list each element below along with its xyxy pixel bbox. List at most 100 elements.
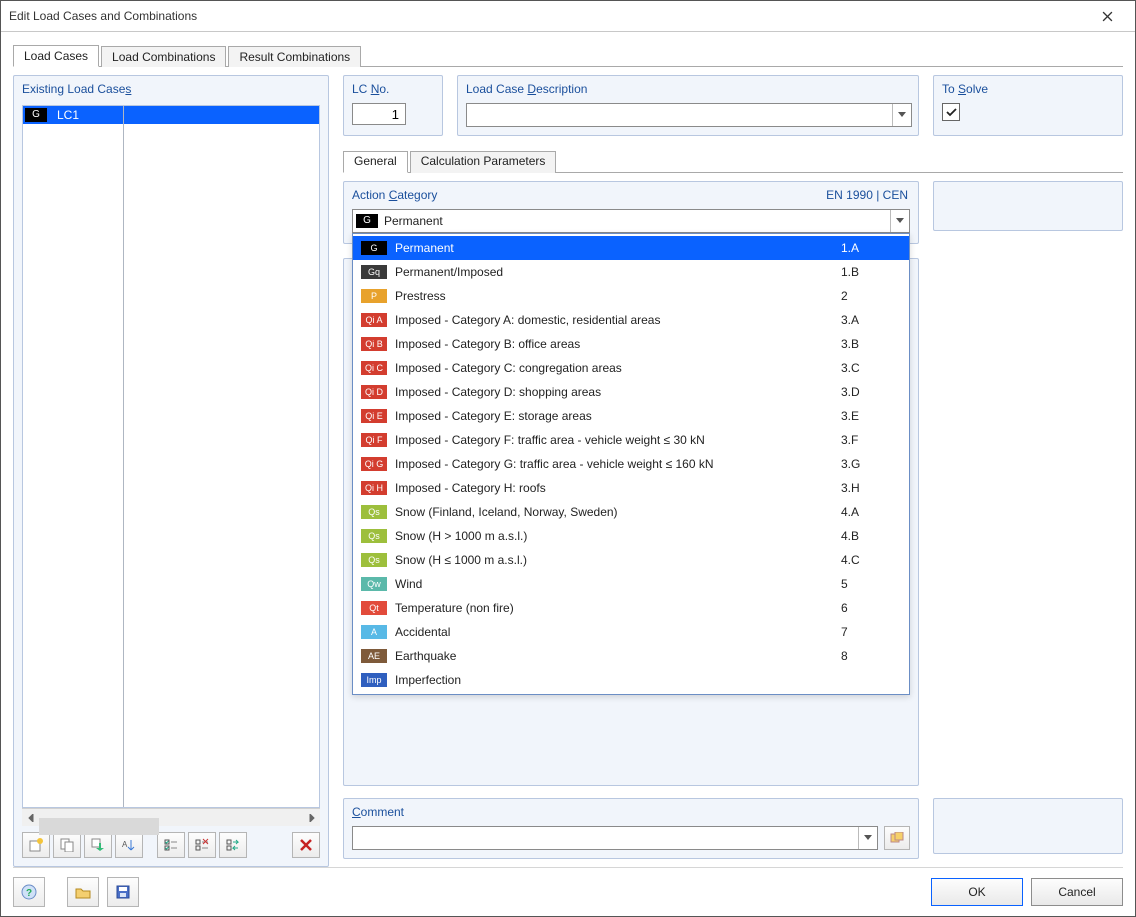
option-tag: Gq: [361, 265, 387, 279]
option-tag: Qs: [361, 529, 387, 543]
uncheck-icon: [195, 838, 209, 852]
dropdown-item[interactable]: AAccidental7: [353, 620, 909, 644]
option-tag: Qi A: [361, 313, 387, 327]
option-label: Earthquake: [395, 649, 821, 663]
option-code: 1.B: [841, 265, 901, 279]
dropdown-item[interactable]: GPermanent1.A: [353, 236, 909, 260]
chevron-down-icon: [858, 827, 877, 849]
close-icon: [1102, 11, 1113, 22]
dropdown-item[interactable]: Qi DImposed - Category D: shopping areas…: [353, 380, 909, 404]
option-code: 8: [841, 649, 901, 663]
option-tag: Qi B: [361, 337, 387, 351]
scroll-left-button[interactable]: [22, 809, 39, 826]
dropdown-item[interactable]: Qi CImposed - Category C: congregation a…: [353, 356, 909, 380]
comment-title: Comment: [352, 805, 910, 819]
lc-description-combo[interactable]: [466, 103, 912, 127]
uncheck-all-button[interactable]: [188, 832, 216, 858]
option-tag: Qi G: [361, 457, 387, 471]
option-label: Temperature (non fire): [395, 601, 821, 615]
check-icon: [946, 108, 957, 117]
dropdown-item[interactable]: QwWind5: [353, 572, 909, 596]
option-code: 3.C: [841, 361, 901, 375]
delete-loadcase-button[interactable]: [292, 832, 320, 858]
action-category-combo[interactable]: G Permanent: [352, 209, 910, 233]
list-toolbar: A: [22, 832, 320, 858]
dropdown-item[interactable]: Qi GImposed - Category G: traffic area -…: [353, 452, 909, 476]
dropdown-item[interactable]: QsSnow (Finland, Iceland, Norway, Sweden…: [353, 500, 909, 524]
tab-load-combinations[interactable]: Load Combinations: [101, 46, 226, 67]
dropdown-item[interactable]: Qi EImposed - Category E: storage areas3…: [353, 404, 909, 428]
option-label: Imposed - Category D: shopping areas: [395, 385, 821, 399]
dropdown-item[interactable]: Qi A Imposed - Category A: domestic, resi…: [353, 308, 909, 332]
copy-icon: [60, 838, 74, 852]
save-icon: [115, 884, 131, 900]
apply-icon: [890, 832, 904, 844]
to-solve-checkbox[interactable]: [942, 103, 960, 121]
dropdown-item[interactable]: Qi HImposed - Category H: roofs3.H: [353, 476, 909, 500]
group-title-existing: Existing Load Cases: [22, 82, 320, 96]
list-item[interactable]: G LC1: [23, 106, 319, 124]
existing-load-cases-list[interactable]: G LC1: [22, 105, 320, 808]
open-button[interactable]: [67, 877, 99, 907]
cancel-button[interactable]: Cancel: [1031, 878, 1123, 906]
close-button[interactable]: [1087, 2, 1127, 30]
group-lc-description: Load Case Description: [457, 75, 919, 136]
list-divider: [123, 106, 124, 807]
option-code: 3.B: [841, 337, 901, 351]
svg-text:?: ?: [26, 888, 32, 899]
option-tag: Qt: [361, 601, 387, 615]
option-label: Permanent: [395, 241, 821, 255]
option-tag: Imp: [361, 673, 387, 687]
dropdown-item[interactable]: QtTemperature (non fire)6: [353, 596, 909, 620]
loadcase-tag: G: [25, 108, 47, 122]
option-label: Imperfection: [395, 673, 821, 687]
option-label: Imposed - Category A: domestic, resident…: [395, 313, 821, 327]
dropdown-item[interactable]: QsSnow (H > 1000 m a.s.l.)4.B: [353, 524, 909, 548]
option-code: 3.H: [841, 481, 901, 495]
dropdown-item[interactable]: QsSnow (H ≤ 1000 m a.s.l.)4.C: [353, 548, 909, 572]
comment-apply-button[interactable]: [884, 826, 910, 850]
sort-icon: A: [122, 838, 136, 852]
option-label: Snow (Finland, Iceland, Norway, Sweden): [395, 505, 821, 519]
scroll-right-button[interactable]: [303, 809, 320, 826]
check-all-button[interactable]: [157, 832, 185, 858]
dialog-edit-load-cases: Edit Load Cases and Combinations Load Ca…: [0, 0, 1136, 917]
tab-calculation-parameters[interactable]: Calculation Parameters: [410, 151, 557, 173]
option-code: 3.A: [841, 313, 901, 327]
help-icon: ?: [21, 884, 37, 900]
ok-button[interactable]: OK: [931, 878, 1023, 906]
horizontal-scrollbar[interactable]: [22, 808, 320, 826]
help-button[interactable]: ?: [13, 877, 45, 907]
dialog-footer: ? OK Cancel: [13, 867, 1123, 916]
group-action-category: Action Category EN 1990 | CEN G Permanen…: [343, 181, 919, 244]
new-loadcase-button[interactable]: [22, 832, 50, 858]
assign-button[interactable]: [84, 832, 112, 858]
tab-load-cases[interactable]: Load Cases: [13, 45, 99, 67]
option-tag: Qw: [361, 577, 387, 591]
scroll-thumb[interactable]: [39, 818, 159, 835]
new-icon: [29, 838, 43, 852]
group-right-small: [933, 181, 1123, 231]
dropdown-item[interactable]: Qi FImposed - Category F: traffic area -…: [353, 428, 909, 452]
action-category-dropdown[interactable]: GPermanent1.AGqPermanent/Imposed1.BPPres…: [352, 233, 910, 695]
option-tag: Qi E: [361, 409, 387, 423]
sort-button[interactable]: A: [115, 832, 143, 858]
dropdown-item[interactable]: GqPermanent/Imposed1.B: [353, 260, 909, 284]
option-code: 4.B: [841, 529, 901, 543]
save-button[interactable]: [107, 877, 139, 907]
lc-no-input[interactable]: [352, 103, 406, 125]
dropdown-item[interactable]: Imp Imperfection: [353, 668, 909, 692]
swap-button[interactable]: [219, 832, 247, 858]
option-tag: Qi F: [361, 433, 387, 447]
loadcase-name: LC1: [51, 108, 79, 122]
dropdown-item[interactable]: Qi BImposed - Category B: office areas3.…: [353, 332, 909, 356]
comment-combo[interactable]: [352, 826, 878, 850]
dropdown-item[interactable]: AEEarthquake8: [353, 644, 909, 668]
svg-text:A: A: [122, 840, 128, 849]
dropdown-item[interactable]: PPrestress2: [353, 284, 909, 308]
copy-loadcase-button[interactable]: [53, 832, 81, 858]
option-code: 2: [841, 289, 901, 303]
tab-general[interactable]: General: [343, 151, 408, 173]
window-title: Edit Load Cases and Combinations: [9, 9, 197, 23]
tab-result-combinations[interactable]: Result Combinations: [228, 46, 361, 67]
